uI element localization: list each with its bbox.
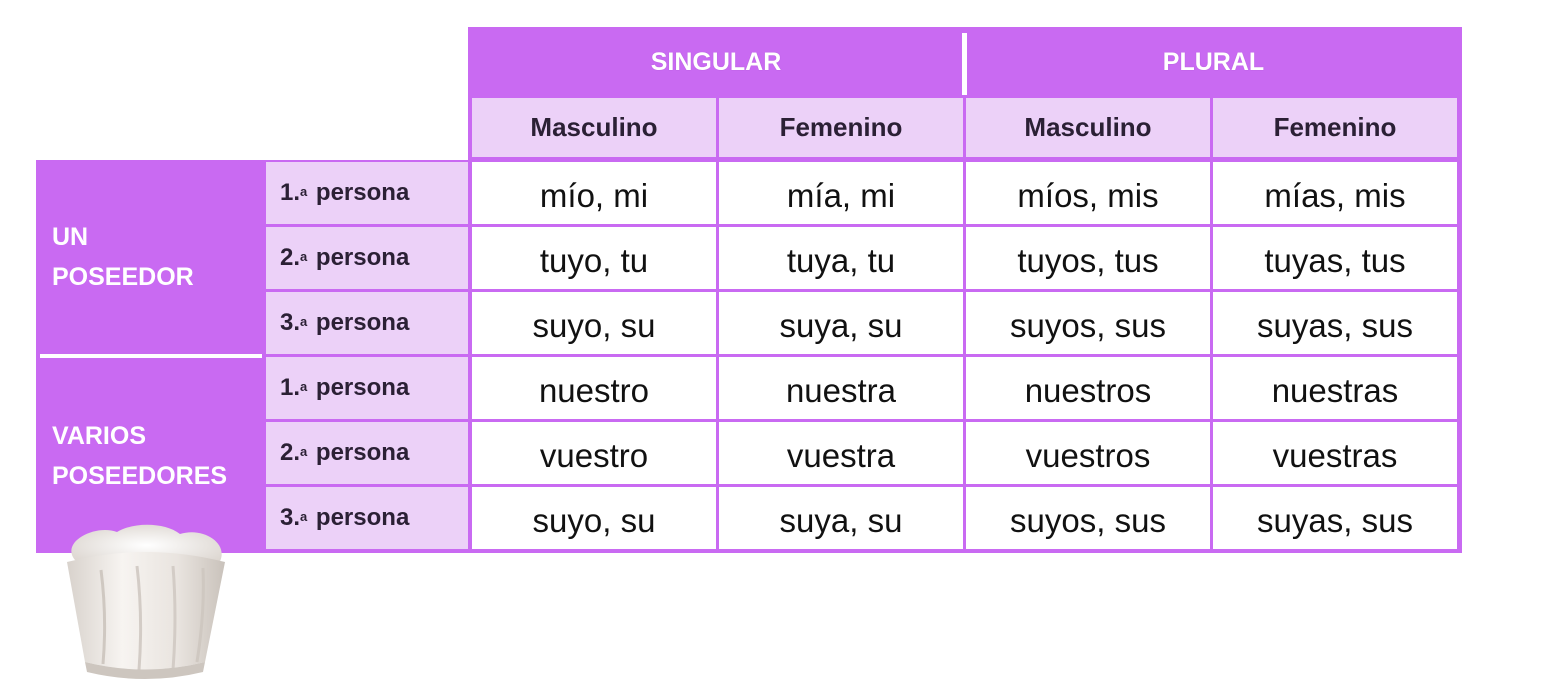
subheader-masculino-singular: Masculino (472, 98, 716, 157)
group-label-line1: UN (52, 223, 89, 251)
person-label: 1. a persona (266, 162, 468, 224)
table-cell: vuestra (719, 422, 963, 484)
table-cell: tuyas, tus (1213, 227, 1457, 289)
table-cell: suya, su (719, 487, 963, 549)
table-cell: suyas, sus (1213, 292, 1457, 354)
table-cell: mías, mis (1213, 162, 1457, 224)
chef-hat-icon (55, 522, 235, 682)
table-cell: suyo, su (472, 487, 716, 549)
subheader-masculino-plural: Masculino (966, 98, 1210, 157)
person-label: 3. a persona (266, 487, 468, 549)
person-label: 2. a persona (266, 422, 468, 484)
group-label-line2: POSEEDORES (52, 461, 228, 490)
table-cell: suyas, sus (1213, 487, 1457, 549)
header-plural: PLURAL (967, 29, 1460, 95)
person-label: 2. a persona (266, 227, 468, 289)
table-cell: mío, mi (472, 162, 716, 224)
table-cell: nuestros (966, 357, 1210, 419)
person-label: 1. a persona (266, 357, 468, 419)
table-cell: vuestros (966, 422, 1210, 484)
table-cell: tuyos, tus (966, 227, 1210, 289)
table-cell: tuya, tu (719, 227, 963, 289)
header-singular: SINGULAR (470, 29, 962, 95)
group-label-line2: POSEEDOR (52, 263, 194, 291)
table-cell: suyos, sus (966, 292, 1210, 354)
group-un-poseedor: UN POSEEDOR (36, 160, 264, 354)
subheader-femenino-singular: Femenino (719, 98, 963, 157)
subheader-femenino-plural: Femenino (1213, 98, 1457, 157)
table-cell: vuestro (472, 422, 716, 484)
table-cell: míos, mis (966, 162, 1210, 224)
table-cell: vuestras (1213, 422, 1457, 484)
table-cell: nuestra (719, 357, 963, 419)
person-label: 3. a persona (266, 292, 468, 354)
group-label-line1: VARIOS (52, 421, 146, 450)
chef-hat-graphic (67, 524, 225, 679)
table-cell: tuyo, tu (472, 227, 716, 289)
table-cell: suyos, sus (966, 487, 1210, 549)
table-cell: mía, mi (719, 162, 963, 224)
table-cell: nuestras (1213, 357, 1457, 419)
table-cell: suya, su (719, 292, 963, 354)
table-cell: suyo, su (472, 292, 716, 354)
table-cell: nuestro (472, 357, 716, 419)
